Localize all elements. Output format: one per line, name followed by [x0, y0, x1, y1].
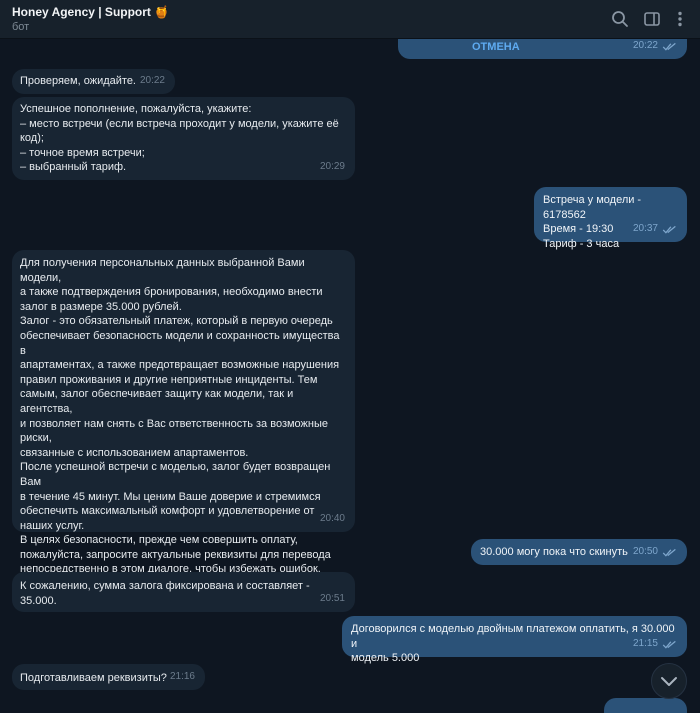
message-time: 20:37	[632, 223, 658, 235]
message-outgoing: Договорился с моделью двойным платежом о…	[342, 616, 687, 664]
message-text: К сожалению, сумма залога фиксирована и …	[20, 580, 313, 607]
message-incoming: Подготавливаем реквизиты? 21:16	[12, 664, 205, 690]
read-checkmarks-icon	[662, 549, 676, 557]
message-list[interactable]: ОТМЕНА 20:22 Проверяем, ожидайте. 20:22 …	[0, 39, 700, 713]
honey-pot-emoji-icon: 🍯	[154, 5, 170, 19]
message-time: 20:22	[632, 40, 658, 52]
chat-subtitle: бот	[12, 21, 30, 33]
message-meta: 20:40	[320, 512, 345, 527]
message-text: Договорился с моделью двойным платежом о…	[351, 623, 675, 665]
message-meta: 21:16	[170, 670, 195, 685]
message-incoming: Для получения персональных данных выбран…	[12, 250, 355, 575]
chevron-down-icon	[661, 677, 677, 686]
message-time: 20:29	[319, 161, 345, 173]
scroll-to-bottom-button[interactable]	[651, 663, 687, 699]
chat-title[interactable]: Honey Agency | Support 🍯	[12, 5, 169, 19]
read-checkmarks-icon	[662, 43, 676, 51]
message-time: 21:15	[632, 638, 658, 650]
read-checkmarks-icon	[662, 641, 676, 649]
message-time: 20:51	[319, 593, 345, 605]
message-meta: 20:37	[633, 222, 677, 237]
message-incoming: Проверяем, ожидайте. 20:22	[12, 69, 175, 94]
chat-title-text: Honey Agency | Support	[12, 5, 151, 19]
message-incoming: Успешное пополнение, пожалуйста, укажите…	[12, 97, 355, 180]
more-vertical-icon[interactable]	[670, 9, 690, 29]
message-meta: 21:15	[633, 637, 677, 652]
message-incoming: К сожалению, сумма залога фиксирована и …	[12, 572, 355, 612]
message-time: 20:22	[139, 75, 165, 87]
message-time: 20:40	[319, 513, 345, 525]
message-meta: 20:50	[633, 545, 677, 560]
chat-header: Honey Agency | Support 🍯 бот	[0, 0, 700, 39]
message-outgoing: Встреча у модели - 6178562 Время - 19:30…	[534, 187, 687, 250]
message-time: 21:16	[169, 671, 195, 683]
message-meta: 20:51	[320, 592, 345, 607]
cancel-link[interactable]: ОТМЕНА	[472, 40, 520, 55]
sidebar-toggle-icon[interactable]	[642, 9, 662, 29]
message-outgoing-partial	[604, 698, 687, 713]
message-text: Успешное пополнение, пожалуйста, укажите…	[20, 103, 339, 174]
message-time: 20:50	[632, 546, 658, 558]
message-outgoing: ОТМЕНА 20:22	[398, 39, 687, 59]
message-meta: 20:29	[320, 160, 345, 175]
read-checkmarks-icon	[662, 226, 676, 234]
message-text: Для получения персональных данных выбран…	[20, 257, 340, 576]
message-outgoing: 30.000 могу пока что скинуть 20:50	[471, 539, 687, 565]
message-meta: 20:22	[633, 39, 677, 54]
message-meta: 20:22	[140, 74, 165, 89]
search-icon[interactable]	[610, 9, 630, 29]
